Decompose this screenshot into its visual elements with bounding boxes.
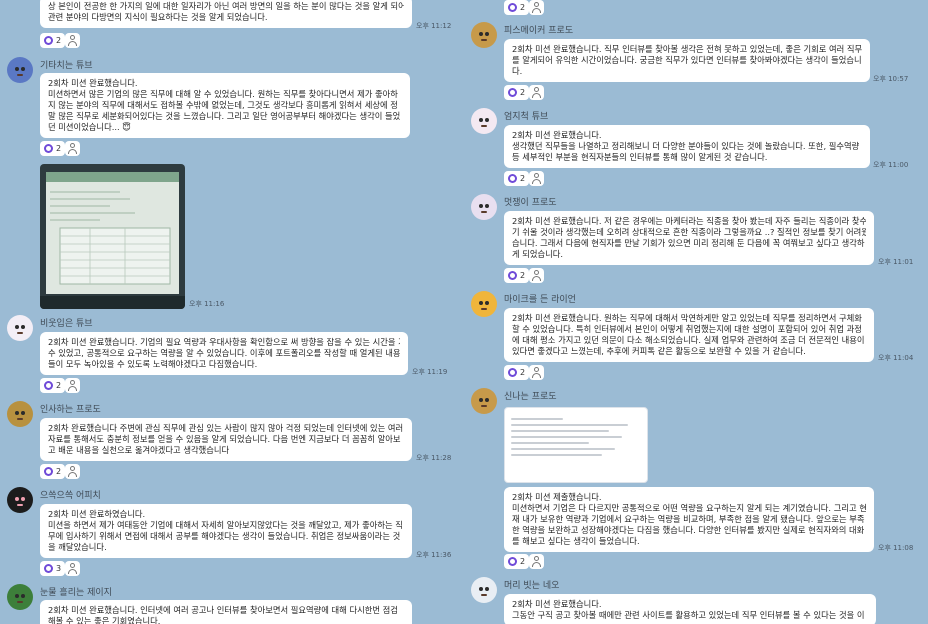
person-icon xyxy=(534,270,539,275)
avatar[interactable] xyxy=(471,291,497,317)
heart-icon xyxy=(508,88,517,97)
add-reaction-button[interactable] xyxy=(65,33,80,48)
chat-column-left[interactable]: 상 본인이 전공한 한 가지의 일에 대한 일자리가 아닌 여러 방면의 일을 … xyxy=(0,0,464,624)
heart-icon xyxy=(44,564,53,573)
message-line: 상 본인이 전공한 한 가지의 일에 대한 일자리가 아닌 여러 방면의 일을 … xyxy=(48,1,404,11)
timestamp: 오후 11:19 xyxy=(412,368,448,376)
person-icon xyxy=(534,2,539,7)
person-icon xyxy=(534,367,539,372)
heart-icon xyxy=(508,368,517,377)
add-reaction-button[interactable] xyxy=(529,365,544,380)
person-icon xyxy=(70,380,75,385)
timestamp: 오후 11:01 xyxy=(878,258,914,266)
reaction-button[interactable]: 2 xyxy=(40,378,66,393)
add-reaction-button[interactable] xyxy=(65,561,80,576)
message-bubble: 2회차 미션 완료했습니다. 미션하면서 많은 기업의 많은 직무에 대해 알 … xyxy=(40,73,410,138)
avatar[interactable] xyxy=(7,401,33,427)
avatar[interactable] xyxy=(471,22,497,48)
message-bubble: 2회차 미션 완료했습니다. 그동안 구직 공고 찾아볼 때에만 관련 사이트를… xyxy=(504,594,876,624)
heart-icon xyxy=(44,467,53,476)
message-bubble: 2회차 미션 완료했습니다. 생각했던 직무들을 나열하고 정리해보니 더 다양… xyxy=(504,125,870,168)
timestamp: 오후 11:36 xyxy=(416,551,452,559)
add-reaction-button[interactable] xyxy=(529,171,544,186)
person-icon xyxy=(70,563,75,568)
message-bubble: 2회차 미션 완료했습니다. 인터넷에 여러 공고나 인터뷰를 찾아보면서 필요… xyxy=(40,600,412,624)
timestamp: 오후 11:12 xyxy=(416,22,452,30)
add-reaction-button[interactable] xyxy=(529,554,544,569)
add-reaction-button[interactable] xyxy=(529,85,544,100)
avatar[interactable] xyxy=(471,388,497,414)
avatar[interactable] xyxy=(7,487,33,513)
person-icon xyxy=(534,87,539,92)
timestamp: 오후 10:57 xyxy=(873,75,909,83)
heart-icon xyxy=(44,36,53,45)
sender-name: 비웃입은 튜브 xyxy=(40,319,93,329)
sender-name: 마이크를 든 라이언 xyxy=(504,295,576,305)
message-bubble: 2회차 미션 제출했습니다. 미션하면서 기업은 다 다르지만 공통적으로 어떤… xyxy=(504,487,874,552)
timestamp: 오후 11:08 xyxy=(878,544,914,552)
reaction-button[interactable]: 2 xyxy=(504,554,530,569)
message-bubble: 2회차 미션 완료했습니다. 저 같은 경우에는 마케터라는 직종을 찾아 봤는… xyxy=(504,211,874,265)
timestamp: 오후 11:28 xyxy=(416,454,452,462)
sender-name: 기타치는 튜브 xyxy=(40,61,93,71)
add-reaction-button[interactable] xyxy=(65,464,80,479)
message-bubble: 2회차 미션 완료하였습니다. 미션을 하면서 제가 여태동안 기업에 대해서 … xyxy=(40,504,412,558)
message-bubble: 2회차 미션 완료했습니다. 직무 인터뷰를 찾아볼 생각은 전혀 못하고 있었… xyxy=(504,39,870,82)
timestamp: 오후 11:04 xyxy=(878,354,914,362)
reaction-button[interactable]: 2 xyxy=(40,464,66,479)
add-reaction-button[interactable] xyxy=(529,0,544,15)
heart-icon xyxy=(508,557,517,566)
add-reaction-button[interactable] xyxy=(529,268,544,283)
reaction-button[interactable]: 2 xyxy=(40,33,66,48)
person-icon xyxy=(70,143,75,148)
sender-name: 신나는 프로도 xyxy=(504,392,557,402)
sender-name: 멋쟁이 프로도 xyxy=(504,198,557,208)
heart-icon xyxy=(44,144,53,153)
chat-column-right[interactable]: 2 피스메이커 프로도 2회차 미션 완료했습니다. 직무 인터뷰를 찾아볼 생… xyxy=(464,0,928,624)
avatar[interactable] xyxy=(7,584,33,610)
message-bubble: 상 본인이 전공한 한 가지의 일에 대한 일자리가 아닌 여러 방면의 일을 … xyxy=(40,0,412,28)
timestamp: 오후 11:00 xyxy=(873,161,909,169)
sender-name: 인사하는 프로도 xyxy=(40,405,101,415)
reaction-button[interactable]: 2 xyxy=(40,141,66,156)
sender-name: 엄지척 튜브 xyxy=(504,112,549,122)
heart-icon xyxy=(508,174,517,183)
add-reaction-button[interactable] xyxy=(65,141,80,156)
message-bubble: 2회차 미션 완료했습니다. 기업의 필요 역량과 우대사항을 확인함으로 써 … xyxy=(40,332,408,375)
message-bubble: 2회차 완료했습니다 주변에 관심 직무에 관심 있는 사람이 많지 않아 걱정… xyxy=(40,418,412,461)
avatar[interactable] xyxy=(7,57,33,83)
message-line: 관련 분야의 다방면의 지식이 필요하다는 것을 알게 되었습니다. xyxy=(48,12,268,22)
avatar[interactable] xyxy=(471,194,497,220)
reaction-button[interactable]: 3 xyxy=(40,561,66,576)
avatar[interactable] xyxy=(7,315,33,341)
sender-name: 눈물 흘리는 제이지 xyxy=(40,588,112,598)
shared-photo[interactable] xyxy=(40,164,185,309)
reaction-button[interactable]: 2 xyxy=(504,0,530,15)
sender-name: 으쓱으쓱 어피치 xyxy=(40,491,101,501)
timestamp: 오후 11:16 xyxy=(189,300,225,308)
person-icon xyxy=(70,35,75,40)
sender-name: 머리 빗는 네오 xyxy=(504,581,560,591)
shared-document-image[interactable] xyxy=(504,407,648,483)
message-bubble: 2회차 미션 완료했습니다. 원하는 직무에 대해서 막연하게만 알고 있었는데… xyxy=(504,308,874,362)
reaction-button[interactable]: 2 xyxy=(504,85,530,100)
reaction-button[interactable]: 2 xyxy=(504,365,530,380)
person-icon xyxy=(534,173,539,178)
add-reaction-button[interactable] xyxy=(65,378,80,393)
avatar[interactable] xyxy=(471,108,497,134)
spreadsheet-photo xyxy=(40,172,185,309)
reaction-button[interactable]: 2 xyxy=(504,171,530,186)
heart-icon xyxy=(508,3,517,12)
sender-name: 피스메이커 프로도 xyxy=(504,26,574,36)
heart-icon xyxy=(508,271,517,280)
avatar[interactable] xyxy=(471,577,497,603)
reaction-button[interactable]: 2 xyxy=(504,268,530,283)
heart-icon xyxy=(44,381,53,390)
person-icon xyxy=(70,466,75,471)
person-icon xyxy=(534,556,539,561)
